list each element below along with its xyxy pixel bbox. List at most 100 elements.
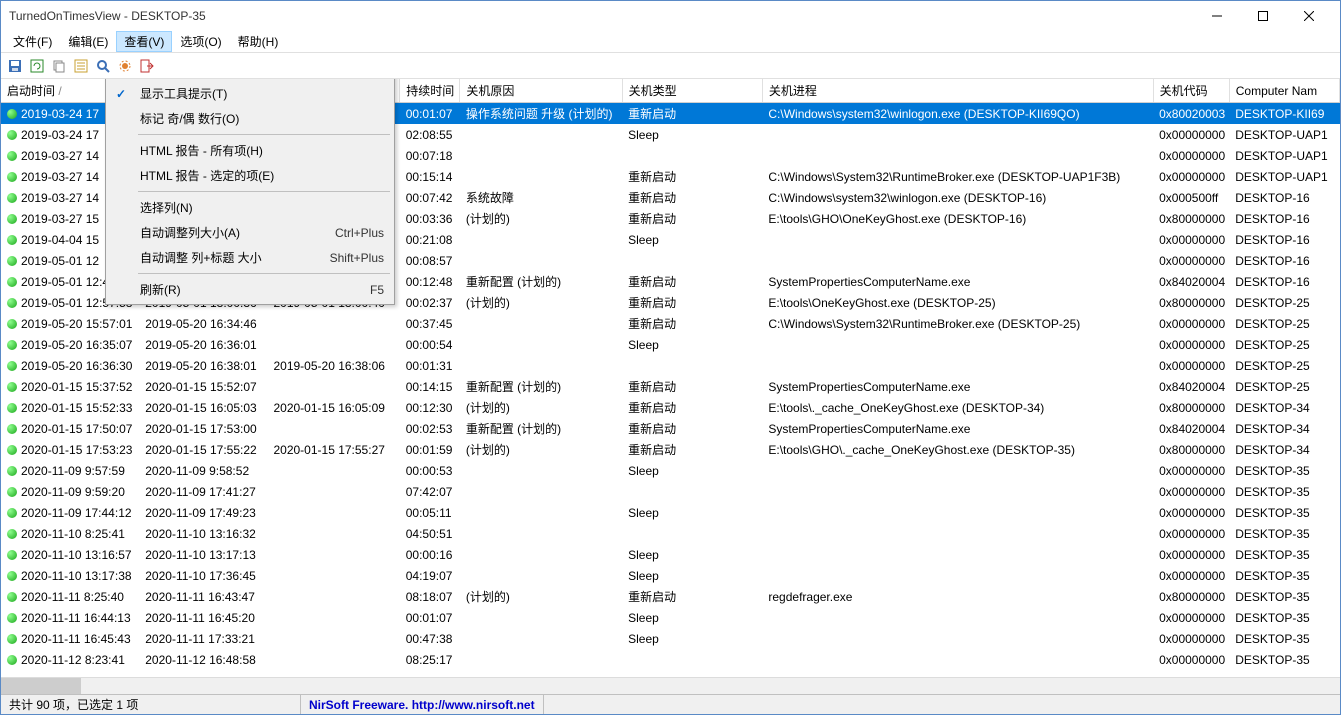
cell: 00:08:57 — [400, 250, 460, 271]
cell: 2020-01-15 15:37:52 — [1, 376, 139, 397]
status-credit[interactable]: NirSoft Freeware. http://www.nirsoft.net — [301, 695, 544, 714]
menu-entry-5[interactable]: HTML 报告 - 选定的项(E) — [108, 163, 392, 188]
menu-entry-1[interactable]: ✓显示工具提示(T) — [108, 81, 392, 106]
cell: 重新启动 — [622, 208, 762, 229]
cell: DESKTOP-35 — [1229, 607, 1339, 628]
column-header-8[interactable]: Computer Nam — [1229, 79, 1339, 103]
table-row[interactable]: 2020-11-09 9:59:202020-11-09 17:41:2707:… — [1, 481, 1340, 502]
table-row[interactable]: 2020-11-10 8:25:412020-11-10 13:16:3204:… — [1, 523, 1340, 544]
column-header-3[interactable]: 持续时间 — [400, 79, 460, 103]
menu-item-4[interactable]: 帮助(H) — [230, 31, 287, 52]
menu-entry-11[interactable]: 刷新(R)F5 — [108, 277, 392, 302]
cell — [460, 124, 622, 145]
menu-entry-label: 自动调整 列+标题 大小 — [140, 249, 262, 266]
menu-entry-7[interactable]: 选择列(N) — [108, 195, 392, 220]
table-row[interactable]: 2020-11-10 13:17:382020-11-10 17:36:4504… — [1, 565, 1340, 586]
status-dot-icon — [7, 361, 17, 371]
cell: 00:01:31 — [400, 355, 460, 376]
menu-entry-9[interactable]: 自动调整 列+标题 大小Shift+Plus — [108, 245, 392, 270]
table-row[interactable]: 2020-11-11 16:45:432020-11-11 17:33:2100… — [1, 628, 1340, 649]
cell — [460, 523, 622, 544]
status-dot-icon — [7, 193, 17, 203]
cell — [267, 523, 399, 544]
menu-entry-4[interactable]: HTML 报告 - 所有项(H) — [108, 138, 392, 163]
table-row[interactable]: 2020-11-09 9:57:592020-11-09 9:58:5200:0… — [1, 460, 1340, 481]
close-button[interactable] — [1286, 1, 1332, 31]
menu-item-2[interactable]: 查看(V) — [116, 31, 172, 52]
table-row[interactable]: 2020-01-15 15:37:522020-01-15 15:52:0700… — [1, 376, 1340, 397]
cell — [762, 649, 1153, 670]
cell: 0x80000000 — [1153, 586, 1229, 607]
column-header-7[interactable]: 关机代码 — [1153, 79, 1229, 103]
cell — [460, 313, 622, 334]
menu-item-3[interactable]: 选项(O) — [172, 31, 229, 52]
minimize-button[interactable] — [1194, 1, 1240, 31]
find-icon[interactable] — [93, 56, 113, 76]
properties-icon[interactable] — [71, 56, 91, 76]
cell — [762, 544, 1153, 565]
table-row[interactable]: 2019-05-20 16:35:072019-05-20 16:36:0100… — [1, 334, 1340, 355]
status-dot-icon — [7, 382, 17, 392]
column-header-6[interactable]: 关机进程 — [762, 79, 1153, 103]
menu-item-1[interactable]: 编辑(E) — [60, 31, 116, 52]
table-row[interactable]: 2019-05-20 15:57:012019-05-20 16:34:4600… — [1, 313, 1340, 334]
cell: 0x00000000 — [1153, 628, 1229, 649]
table-row[interactable]: 2020-11-11 16:44:132020-11-11 16:45:2000… — [1, 607, 1340, 628]
table-row[interactable]: 2020-11-12 8:23:412020-11-12 16:48:5808:… — [1, 649, 1340, 670]
cell: 2020-11-11 17:33:21 — [139, 628, 267, 649]
horizontal-scrollbar[interactable] — [1, 677, 1340, 694]
table-row[interactable]: 2020-11-09 17:44:122020-11-09 17:49:2300… — [1, 502, 1340, 523]
status-dot-icon — [7, 340, 17, 350]
menu-shortcut: Ctrl+Plus — [315, 226, 384, 240]
cell: DESKTOP-35 — [1229, 544, 1339, 565]
column-header-5[interactable]: 关机类型 — [622, 79, 762, 103]
cell: 0x00000000 — [1153, 334, 1229, 355]
cell: 2020-11-09 17:41:27 — [139, 481, 267, 502]
cell: 0x00000000 — [1153, 565, 1229, 586]
status-dot-icon — [7, 508, 17, 518]
cell — [460, 355, 622, 376]
window-controls — [1194, 1, 1332, 31]
cell — [460, 145, 622, 166]
statusbar: 共计 90 项，已选定 1 项 NirSoft Freeware. http:/… — [1, 694, 1340, 714]
cell: DESKTOP-35 — [1229, 502, 1339, 523]
cell: 0x80000000 — [1153, 439, 1229, 460]
cell — [267, 418, 399, 439]
exit-icon[interactable] — [137, 56, 157, 76]
cell — [762, 628, 1153, 649]
status-dot-icon — [7, 403, 17, 413]
cell: 00:00:53 — [400, 460, 460, 481]
refresh-icon[interactable] — [27, 56, 47, 76]
cell: 00:02:37 — [400, 292, 460, 313]
table-row[interactable]: 2020-11-11 8:25:402020-11-11 16:43:4708:… — [1, 586, 1340, 607]
cell: Sleep — [622, 628, 762, 649]
cell: DESKTOP-25 — [1229, 355, 1339, 376]
save-icon[interactable] — [5, 56, 25, 76]
cell: C:\Windows\system32\winlogon.exe (DESKTO… — [762, 187, 1153, 208]
menu-shortcut: F5 — [350, 283, 384, 297]
table-row[interactable]: 2020-11-10 13:16:572020-11-10 13:17:1300… — [1, 544, 1340, 565]
scrollbar-thumb[interactable] — [1, 678, 81, 694]
menu-item-0[interactable]: 文件(F) — [5, 31, 60, 52]
cell: 0x84020004 — [1153, 376, 1229, 397]
cell: 00:07:18 — [400, 145, 460, 166]
table-row[interactable]: 2020-01-15 17:50:072020-01-15 17:53:0000… — [1, 418, 1340, 439]
check-icon: ✓ — [116, 87, 126, 101]
menu-separator — [138, 273, 390, 274]
cell: 2020-11-10 13:16:32 — [139, 523, 267, 544]
cell — [267, 481, 399, 502]
table-row[interactable]: 2020-01-15 17:53:232020-01-15 17:55:2220… — [1, 439, 1340, 460]
cell: 0x80000000 — [1153, 208, 1229, 229]
cell: 2019-05-20 16:38:01 — [139, 355, 267, 376]
menu-entry-8[interactable]: 自动调整列大小(A)Ctrl+Plus — [108, 220, 392, 245]
table-row[interactable]: 2019-05-20 16:36:302019-05-20 16:38:0120… — [1, 355, 1340, 376]
column-header-4[interactable]: 关机原因 — [460, 79, 622, 103]
cell: C:\Windows\System32\RuntimeBroker.exe (D… — [762, 166, 1153, 187]
menu-entry-2[interactable]: 标记 奇/偶 数行(O) — [108, 106, 392, 131]
settings-icon[interactable] — [115, 56, 135, 76]
copy-icon[interactable] — [49, 56, 69, 76]
maximize-button[interactable] — [1240, 1, 1286, 31]
cell: DESKTOP-25 — [1229, 292, 1339, 313]
table-row[interactable]: 2020-01-15 15:52:332020-01-15 16:05:0320… — [1, 397, 1340, 418]
cell — [460, 649, 622, 670]
